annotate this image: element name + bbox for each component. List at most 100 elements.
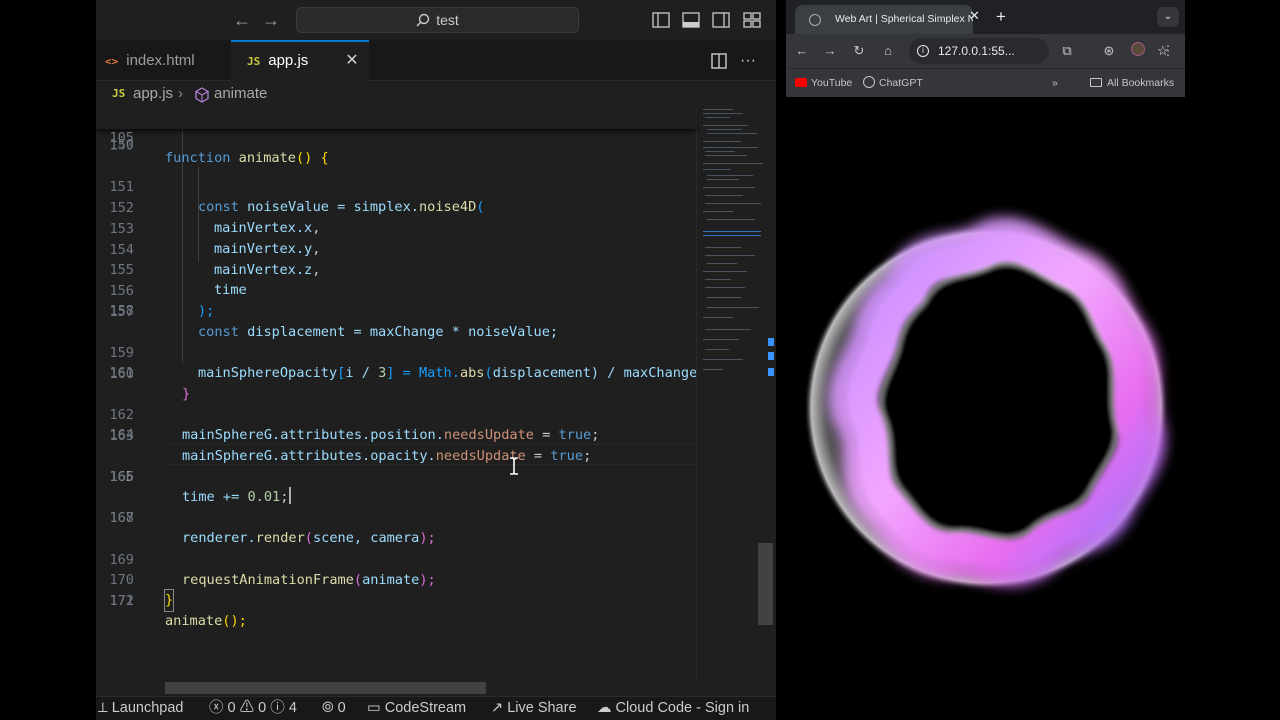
vscode-window: ← → test <> index.html JS app.js ✕ ··· JS …	[96, 0, 776, 720]
minimap-change-marker	[768, 368, 774, 376]
status-count: 0	[337, 700, 346, 716]
code-line: 152 mainVertex.x,	[96, 177, 696, 237]
status-codestream[interactable]: ▭ CodeStream	[367, 697, 466, 720]
extensions-icon[interactable]: ⧉	[1058, 42, 1076, 60]
bookmark-label: ChatGPT	[879, 77, 923, 89]
bookmark-label: All Bookmarks	[1107, 77, 1175, 89]
code-token: ()	[295, 150, 313, 167]
spherical-simplex-artwork	[804, 217, 1168, 590]
youtube-icon	[795, 78, 807, 87]
code-line: 155 time	[96, 239, 696, 299]
bookmarks-overflow-icon[interactable]: »	[1052, 69, 1058, 98]
launchpad-icon: ⟂	[98, 700, 108, 716]
title-bar: ← → test	[96, 0, 776, 40]
toggle-panel-icon[interactable]	[682, 11, 700, 29]
tab-search-icon[interactable]: ⌄	[1157, 7, 1179, 27]
sticky-code: function animate() {	[165, 148, 329, 169]
profile-avatar[interactable]	[1129, 42, 1147, 60]
status-label: Live Share	[507, 700, 577, 716]
code-editor[interactable]: 105 function animate() { 149 150 151 con…	[96, 107, 697, 680]
line-number: 164	[109, 427, 134, 443]
tab-index-html[interactable]: <> index.html	[105, 40, 231, 81]
globe-icon	[809, 14, 821, 26]
browser-window: Web Art | Spherical Simplex N ✕ + ⌄ ← → …	[786, 0, 1185, 97]
status-problems[interactable]: ⓧ 0 ⚠ 0 ⓘ 4	[209, 697, 297, 720]
minimap-change-marker	[768, 352, 774, 360]
back-arrow-icon[interactable]: ←	[231, 9, 253, 31]
browser-tab-strip: Web Art | Spherical Simplex N ✕ + ⌄	[786, 0, 1185, 34]
status-launchpad[interactable]: ⟂ Launchpad	[98, 697, 183, 720]
code-line: 166	[96, 467, 696, 488]
broadcast-icon: ⦾	[322, 700, 334, 716]
code-line: 172	[96, 591, 696, 612]
status-ports[interactable]: ⦾ 0	[322, 697, 346, 720]
command-center-search[interactable]: test	[296, 7, 579, 33]
tab-label: index.html	[126, 52, 195, 69]
horizontal-scrollbar[interactable]	[165, 682, 486, 694]
codestream-icon: ▭	[367, 700, 381, 716]
code-line: 170 }	[96, 549, 696, 612]
toggle-primary-sidebar-icon[interactable]	[652, 11, 670, 29]
bookmarks-bar: YouTube ChatGPT » All Bookmarks	[786, 68, 1185, 97]
split-editor-icon[interactable]	[709, 51, 729, 71]
breadcrumb: JS app.js › animate	[96, 81, 776, 107]
site-info-icon[interactable]: i	[917, 45, 929, 57]
code-token: ();	[222, 613, 247, 630]
status-bar: ⟂ Launchpad ⓧ 0 ⚠ 0 ⓘ 4 ⦾ 0 ▭ CodeStream…	[96, 696, 776, 720]
error-icon: ⓧ	[209, 700, 224, 716]
status-label: CodeStream	[384, 700, 467, 716]
vertical-scrollbar[interactable]	[758, 543, 773, 625]
code-token: animate	[238, 150, 296, 167]
extension-icon[interactable]: ⊛	[1100, 42, 1118, 60]
code-line: 167 renderer.render(scene, camera);	[96, 487, 696, 547]
breadcrumb-file[interactable]: app.js	[133, 81, 173, 107]
address-bar[interactable]: i 127.0.0.1:55... ☆	[909, 38, 1169, 64]
url-text: 127.0.0.1:55...	[938, 44, 1015, 58]
search-icon	[416, 10, 430, 34]
code-line: 161	[96, 363, 696, 384]
line-number: 166	[109, 469, 134, 485]
js-file-icon: JS	[112, 87, 126, 100]
close-tab-icon[interactable]: ✕	[343, 40, 361, 81]
code-line: 169 requestAnimationFrame(animate);	[96, 529, 696, 589]
bookmark-youtube[interactable]: YouTube	[795, 69, 852, 98]
sticky-scroll-header[interactable]: 105 function animate() {	[96, 107, 696, 166]
code-line: 164	[96, 425, 696, 446]
line-number: 105	[109, 129, 134, 146]
forward-arrow-icon[interactable]: →	[821, 42, 839, 60]
new-tab-icon[interactable]: +	[996, 7, 1006, 27]
line-number: 172	[109, 593, 134, 609]
info-icon: ⓘ	[270, 700, 285, 716]
search-text: test	[436, 12, 459, 28]
browser-tab-title: Web Art | Spherical Simplex N	[835, 13, 973, 25]
reload-icon[interactable]: ↻	[850, 42, 868, 60]
chatgpt-icon	[863, 76, 875, 88]
ibeam-cursor-icon	[510, 457, 518, 475]
customize-layout-icon[interactable]	[743, 11, 761, 29]
code-line: 163 mainSphereG.attributes.opacity.needs…	[96, 405, 696, 465]
code-line: 160 }	[96, 343, 696, 403]
forward-arrow-icon[interactable]: →	[260, 9, 282, 31]
cloud-icon: ☁	[597, 700, 612, 716]
webgl-canvas[interactable]	[786, 97, 1185, 720]
browser-menu-icon[interactable]: ⋮	[1159, 42, 1177, 60]
line-number: 168	[109, 510, 134, 526]
bookmark-chatgpt[interactable]: ChatGPT	[863, 69, 923, 98]
js-file-icon: JS	[247, 55, 261, 68]
status-label: Launchpad	[111, 700, 184, 716]
status-cloudcode[interactable]: ☁ Cloud Code - Sign in	[597, 697, 749, 720]
home-icon[interactable]: ⌂	[879, 42, 897, 60]
back-arrow-icon[interactable]: ←	[793, 42, 811, 60]
toggle-secondary-sidebar-icon[interactable]	[712, 11, 730, 29]
all-bookmarks[interactable]: All Bookmarks	[1090, 69, 1174, 98]
code-line: 154 mainVertex.z,	[96, 219, 696, 279]
code-line: 165 time += 0.01;	[96, 446, 696, 505]
close-tab-icon[interactable]: ✕	[969, 8, 980, 24]
code-token: {	[320, 150, 329, 167]
status-liveshare[interactable]: ↗ Live Share	[491, 697, 577, 720]
browser-tab[interactable]: Web Art | Spherical Simplex N	[795, 5, 973, 34]
breadcrumb-symbol[interactable]: animate	[214, 81, 267, 107]
more-actions-icon[interactable]: ···	[738, 51, 758, 71]
minimap[interactable]	[696, 107, 764, 680]
status-count: 0	[227, 700, 236, 716]
